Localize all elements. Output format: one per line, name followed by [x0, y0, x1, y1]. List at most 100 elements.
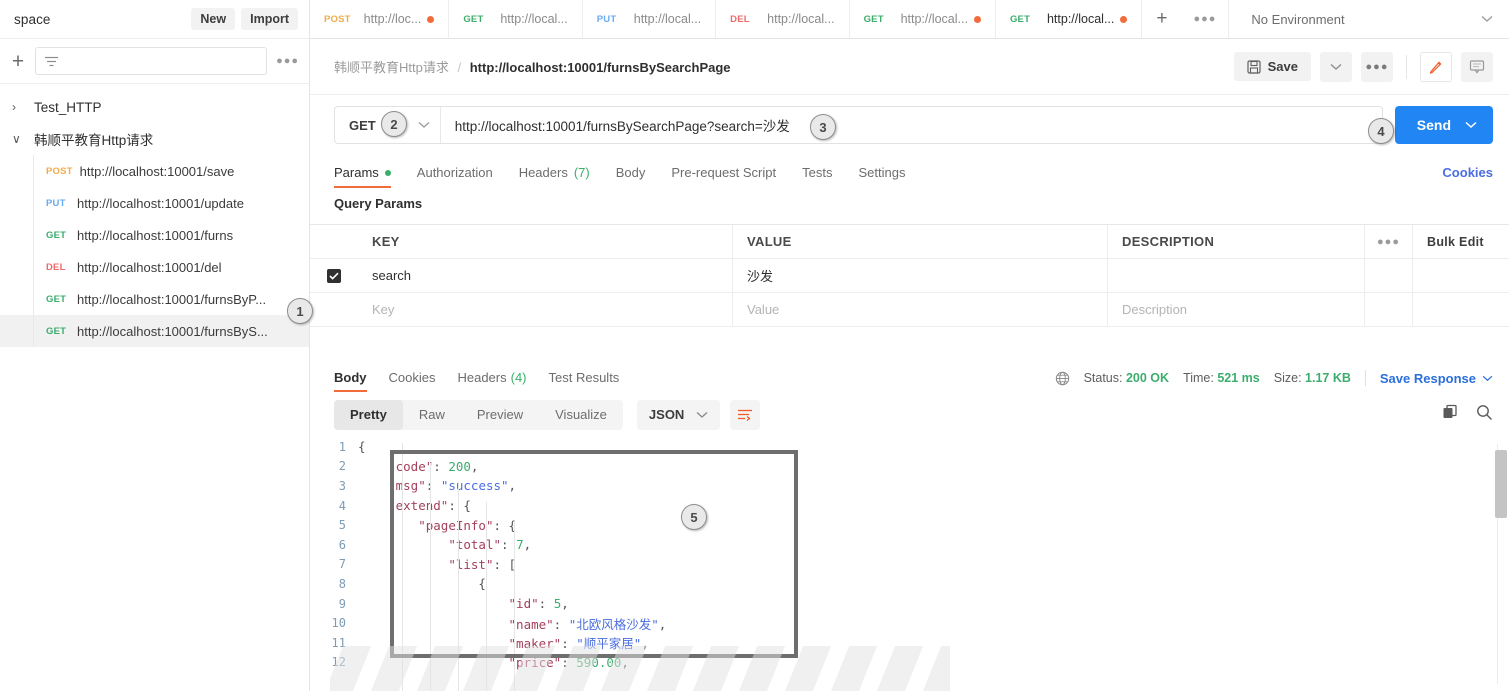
tab-label: http://local...: [1046, 12, 1115, 26]
url-input[interactable]: http://localhost:10001/furnsBySearchPage…: [441, 107, 1382, 143]
method-badge: PUT: [46, 197, 66, 209]
chevron-down-icon: [1330, 63, 1342, 70]
request-item-furnsbysearchpage[interactable]: GET http://localhost:10001/furnsByS...: [0, 315, 309, 347]
scrollbar-thumb[interactable]: [1495, 450, 1507, 518]
row-value-input[interactable]: 沙发: [733, 259, 1108, 292]
tab-get-2[interactable]: GET http://local...: [449, 0, 583, 38]
filter-input[interactable]: [35, 47, 268, 75]
format-selector[interactable]: JSON: [636, 399, 721, 430]
chevron-down-icon[interactable]: ∨: [12, 132, 34, 146]
tab-tests[interactable]: Tests: [802, 165, 832, 188]
tab-post-1[interactable]: POST http://loc...: [310, 0, 450, 38]
search-button[interactable]: [1476, 404, 1493, 426]
view-mode-raw[interactable]: Raw: [403, 400, 461, 430]
tab-label: http://local...: [767, 12, 835, 26]
new-row-more-icon[interactable]: [1365, 293, 1413, 326]
tab-options-icon[interactable]: ●●●: [1181, 0, 1230, 38]
request-item-update[interactable]: PUT http://localhost:10001/update: [0, 187, 309, 219]
response-tab-body[interactable]: Body: [334, 370, 367, 392]
bulk-edit-button[interactable]: Bulk Edit: [1413, 225, 1509, 258]
method-badge: DEL: [46, 261, 66, 273]
url-input-wrapper: GET http://localhost:10001/furnsBySearch…: [334, 106, 1383, 144]
request-url-label: http://localhost:10001/del: [77, 259, 222, 275]
format-label: JSON: [648, 407, 685, 422]
new-tab-icon[interactable]: +: [1142, 0, 1181, 38]
new-row-description-input[interactable]: Description: [1108, 293, 1365, 326]
annotation-badge-1: 1: [287, 298, 313, 324]
comment-button[interactable]: [1461, 51, 1493, 82]
header-key: KEY: [358, 225, 733, 258]
tab-label: Body: [615, 165, 646, 180]
tab-get-6-active[interactable]: GET http://local...: [996, 0, 1143, 38]
row-more-icon[interactable]: [1365, 259, 1413, 292]
url-text: http://localhost:10001/furnsBySearchPage…: [454, 119, 790, 134]
code-token: ,: [621, 654, 629, 670]
tab-label: Tests: [802, 165, 833, 180]
code-token: ,: [641, 636, 649, 652]
tab-del-4[interactable]: DEL http://local...: [716, 0, 850, 38]
view-mode-pretty[interactable]: Pretty: [334, 399, 403, 430]
request-more-button[interactable]: ●●●: [1361, 51, 1393, 82]
response-body-viewer[interactable]: 1{2 "code": 200, 3 "msg": "success", 4 "ex…: [310, 437, 1509, 691]
sidebar-header-buttons: New Import: [191, 7, 298, 31]
code-line: 2 "code": 200,: [310, 457, 1509, 477]
edit-button[interactable]: [1420, 51, 1452, 82]
line-number: 8: [338, 576, 346, 591]
indent-guide: [514, 521, 515, 691]
import-button[interactable]: Import: [241, 7, 298, 31]
request-item-del[interactable]: DEL http://localhost:10001/del: [0, 251, 309, 283]
cookies-link[interactable]: Cookies: [1442, 165, 1493, 188]
collection-item-test-http[interactable]: › Test_HTTP: [0, 91, 309, 123]
send-button[interactable]: Send: [1394, 106, 1493, 144]
save-button[interactable]: Save: [1233, 52, 1311, 81]
code-token: ,: [470, 458, 479, 474]
tab-get-5[interactable]: GET http://local...: [850, 0, 996, 38]
collection-item-hanshunping[interactable]: ∨ 韩顺平教育Http请求: [0, 123, 309, 155]
tab-put-3[interactable]: PUT http://local...: [583, 0, 717, 38]
tab-label: Settings: [858, 165, 906, 180]
line-number: 7: [338, 557, 346, 572]
environment-selector[interactable]: No Environment: [1229, 0, 1509, 38]
sidebar-more-icon[interactable]: ●●●: [276, 55, 299, 67]
breadcrumb-parent[interactable]: 韩顺平教育Http请求: [334, 60, 449, 75]
code-token: "extend": [388, 498, 449, 514]
request-config-tabs: Params Authorization Headers (7) Body Pr…: [310, 155, 1509, 188]
code-token: "北欧风格沙发": [568, 616, 659, 632]
wrap-text-button[interactable]: [730, 399, 761, 430]
response-status-group: Status: 200 OK Time: 521 ms Size: 1.17 K…: [1055, 370, 1493, 392]
method-badge: GET: [463, 13, 484, 25]
new-row-value-input[interactable]: Value: [733, 293, 1108, 326]
save-label: Save: [1267, 59, 1298, 74]
code-token: 590.00: [576, 654, 622, 670]
tab-params[interactable]: Params: [334, 165, 391, 188]
view-mode-visualize[interactable]: Visualize: [539, 400, 623, 430]
tab-settings[interactable]: Settings: [858, 165, 905, 188]
new-button[interactable]: New: [191, 7, 236, 31]
request-item-furnsbypage[interactable]: GET http://localhost:10001/furnsByP...: [0, 283, 309, 315]
response-scrollbar[interactable]: [1495, 444, 1507, 684]
code-token: :: [433, 458, 449, 474]
save-dropdown-button[interactable]: [1320, 51, 1352, 82]
tab-authorization[interactable]: Authorization: [417, 165, 493, 188]
request-item-save[interactable]: POST http://localhost:10001/save: [0, 155, 309, 187]
tab-body[interactable]: Body: [616, 165, 646, 188]
code-token: :: [553, 616, 569, 632]
response-tab-headers[interactable]: Headers (4): [457, 370, 526, 392]
tab-pre-request-script[interactable]: Pre-request Script: [671, 165, 776, 188]
tab-headers[interactable]: Headers (7): [519, 165, 590, 188]
table-more-icon[interactable]: ●●●: [1365, 225, 1413, 258]
chevron-down-icon[interactable]: [1465, 121, 1477, 129]
new-row-key-input[interactable]: Key: [358, 293, 733, 326]
response-tab-cookies[interactable]: Cookies: [389, 370, 436, 392]
add-icon[interactable]: +: [10, 51, 26, 72]
copy-button[interactable]: [1442, 404, 1458, 425]
save-response-button[interactable]: Save Response: [1380, 371, 1493, 386]
row-description-input[interactable]: [1108, 259, 1365, 292]
request-item-furns[interactable]: GET http://localhost:10001/furns: [0, 219, 309, 251]
request-url-label: http://localhost:10001/furnsByS...: [77, 323, 268, 339]
response-tab-test-results[interactable]: Test Results: [549, 370, 620, 392]
row-key-input[interactable]: search: [358, 259, 733, 292]
row-checkbox[interactable]: [327, 268, 341, 283]
view-mode-preview[interactable]: Preview: [461, 400, 539, 430]
chevron-right-icon[interactable]: ›: [12, 100, 34, 114]
